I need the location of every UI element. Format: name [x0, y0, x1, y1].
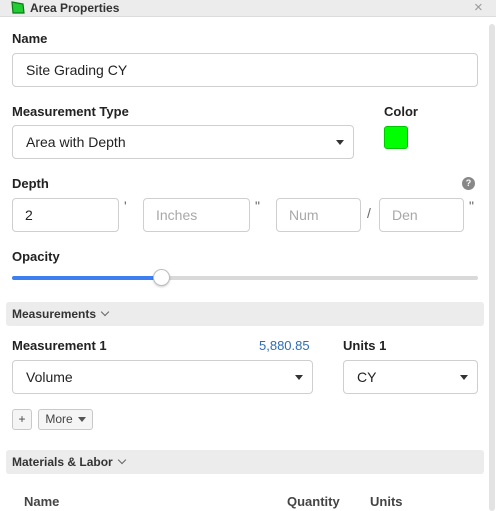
units-1-select-value: CY [357, 369, 377, 385]
column-header-name[interactable]: Name [24, 494, 59, 509]
measurements-section-header[interactable]: Measurements [6, 302, 484, 326]
chevron-down-icon [336, 140, 344, 145]
window-title: Area Properties [30, 1, 120, 15]
depth-feet-input[interactable]: 2 [12, 198, 119, 232]
depth-denominator-input[interactable]: Den [379, 198, 464, 232]
measurement-1-select-value: Volume [26, 369, 73, 385]
materials-header-label: Materials & Labor [12, 455, 113, 469]
inches-mark: " [255, 198, 260, 214]
chevron-down-icon [460, 375, 468, 380]
name-input[interactable]: Site Grading CY [12, 53, 478, 87]
more-button-label: More [45, 412, 73, 426]
materials-section-header[interactable]: Materials & Labor [6, 450, 484, 474]
column-header-units[interactable]: Units [370, 494, 403, 509]
units-1-select[interactable]: CY [343, 360, 478, 394]
measurement-type-value: Area with Depth [26, 134, 126, 150]
chevron-down-icon [100, 307, 110, 317]
fraction-slash: / [367, 205, 371, 221]
help-icon[interactable]: ? [462, 177, 475, 190]
area-polygon-icon [11, 1, 25, 14]
chevron-down-icon [295, 375, 303, 380]
caret-down-icon [77, 417, 86, 422]
depth-label: Depth [12, 176, 49, 191]
opacity-label: Opacity [12, 249, 60, 264]
measurement-type-label: Measurement Type [12, 104, 129, 119]
scrollbar[interactable] [489, 24, 495, 511]
name-input-value: Site Grading CY [26, 62, 128, 78]
measurement-1-label: Measurement 1 [12, 338, 107, 353]
depth-inches-input[interactable]: Inches [143, 198, 250, 232]
close-icon[interactable]: × [474, 0, 483, 17]
more-button[interactable]: More [38, 409, 93, 430]
color-swatch[interactable] [384, 126, 408, 149]
name-label: Name [12, 31, 48, 46]
depth-feet-value: 2 [25, 207, 33, 223]
chevron-down-icon [117, 455, 126, 465]
add-measurement-button[interactable]: + [12, 409, 32, 430]
depth-numerator-input[interactable]: Num [276, 198, 361, 232]
measurement-type-select[interactable]: Area with Depth [12, 125, 354, 159]
opacity-slider-thumb[interactable] [153, 269, 170, 286]
opacity-slider-fill [12, 276, 161, 280]
column-header-quantity[interactable]: Quantity [287, 494, 340, 509]
measurements-header-label: Measurements [12, 307, 97, 321]
feet-mark: ' [124, 198, 127, 214]
inches-placeholder: Inches [156, 207, 198, 223]
measurement-1-select[interactable]: Volume [12, 360, 313, 394]
measurement-1-value: 5,880.85 [259, 338, 310, 353]
color-label: Color [384, 104, 418, 119]
den-mark: " [469, 198, 474, 214]
title-bar: Area Properties × [0, 0, 496, 17]
units-1-label: Units 1 [343, 338, 387, 353]
den-placeholder: Den [392, 207, 418, 223]
num-placeholder: Num [289, 207, 319, 223]
opacity-slider[interactable] [12, 269, 478, 286]
